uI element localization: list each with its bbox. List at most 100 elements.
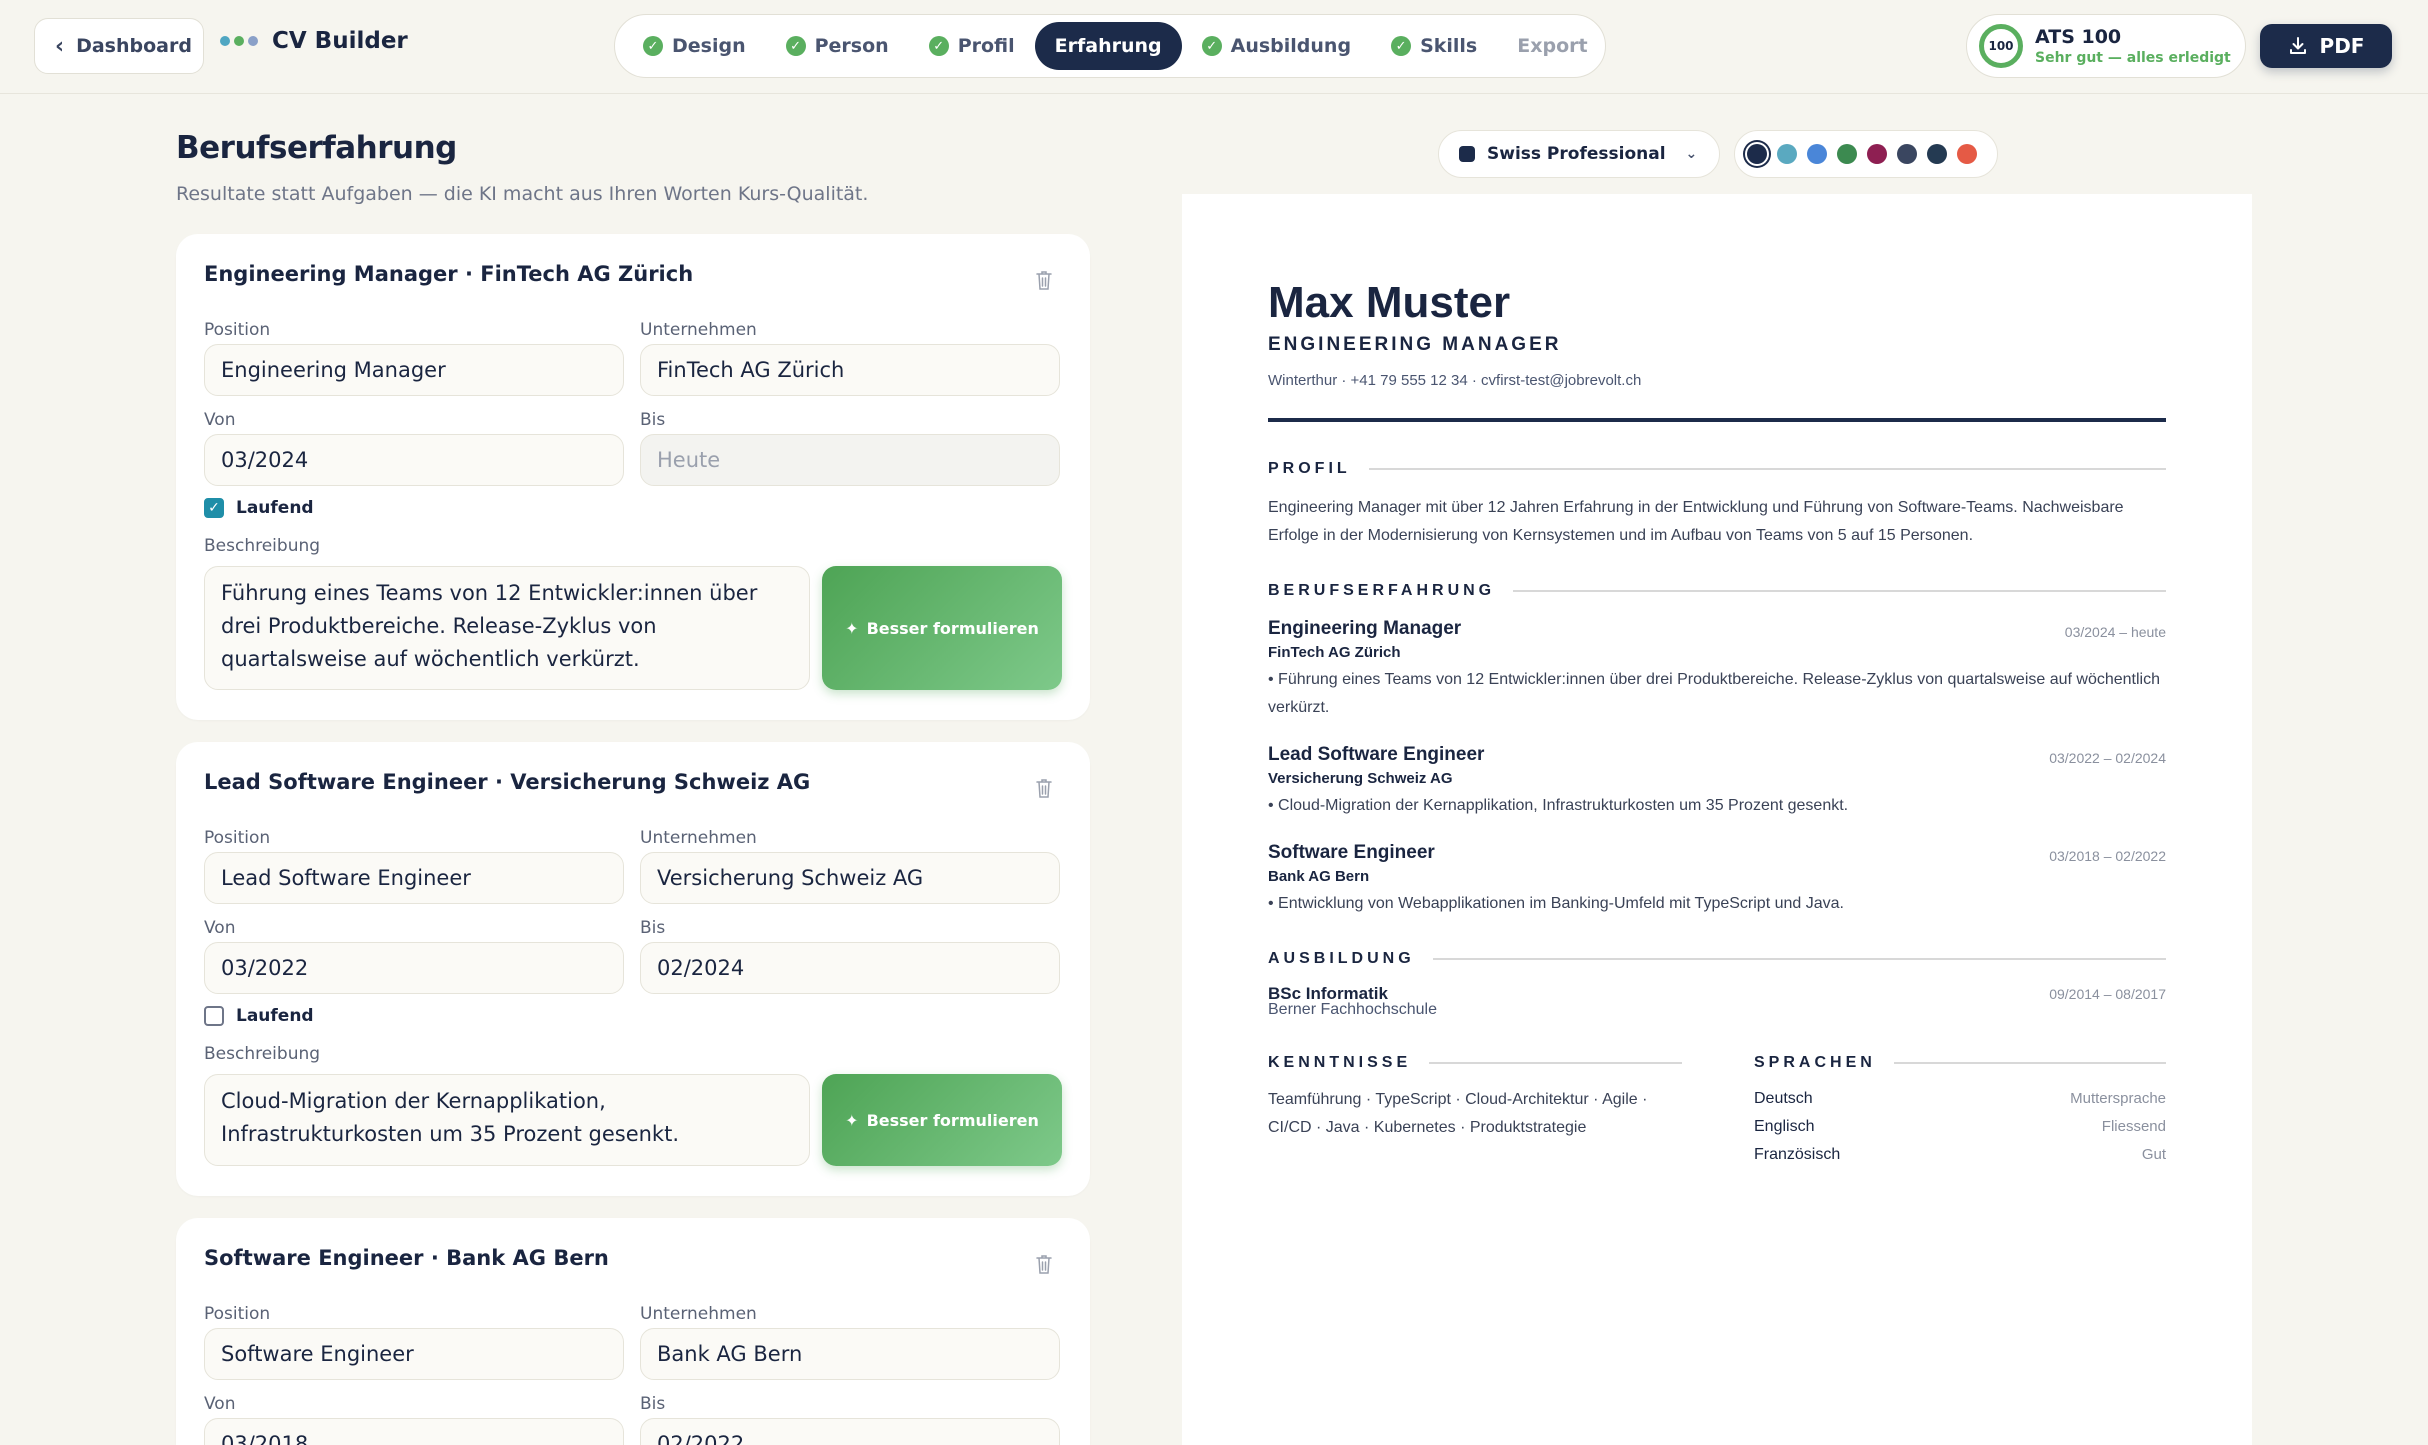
- company-input[interactable]: FinTech AG Zürich: [640, 344, 1060, 396]
- step-design[interactable]: ✓ Design: [623, 22, 766, 70]
- position-input[interactable]: Software Engineer: [204, 1328, 624, 1380]
- cv-profile-text: Engineering Manager mit über 12 Jahren E…: [1268, 499, 2124, 544]
- position-label: Position: [204, 1304, 271, 1324]
- cv-section-languages: SPRACHEN: [1754, 1054, 2166, 1072]
- cv-education-date: 09/2014 – 08/2017: [2049, 986, 2166, 1002]
- step-label: Design: [672, 35, 746, 57]
- to-label: Bis: [640, 918, 666, 938]
- trash-icon[interactable]: [1036, 778, 1052, 798]
- dashboard-back-button[interactable]: ‹ Dashboard: [34, 18, 204, 74]
- ongoing-label: Laufend: [236, 1006, 314, 1026]
- better-phrase-label: Besser formulieren: [866, 618, 1039, 638]
- sparkle-icon: ✦: [845, 1110, 859, 1130]
- description-textarea[interactable]: Cloud-Migration der Kernapplikation, Inf…: [204, 1074, 810, 1166]
- color-swatch[interactable]: [1777, 144, 1797, 164]
- company-input[interactable]: Versicherung Schweiz AG: [640, 852, 1060, 904]
- better-phrase-button[interactable]: ✦ Besser formulieren: [822, 566, 1062, 690]
- better-phrase-button[interactable]: ✦ Besser formulieren: [822, 1074, 1062, 1166]
- position-label: Position: [204, 828, 271, 848]
- to-input[interactable]: 02/2024: [640, 942, 1060, 994]
- template-select[interactable]: Swiss Professional ⌄: [1438, 130, 1720, 178]
- brand-logo-icon: [220, 36, 258, 46]
- cv-job-date: 03/2022 – 02/2024: [2049, 750, 2166, 766]
- check-icon: ✓: [1391, 36, 1412, 56]
- color-swatch[interactable]: [1897, 144, 1917, 164]
- color-palette: [1734, 130, 1998, 178]
- trash-icon[interactable]: [1036, 270, 1052, 290]
- chevron-left-icon: ‹: [55, 33, 65, 59]
- cv-preview: Max Muster ENGINEERING MANAGER Winterthu…: [1182, 194, 2252, 1445]
- step-label: Ausbildung: [1230, 35, 1352, 57]
- check-icon: ✓: [1201, 36, 1222, 56]
- template-name: Swiss Professional: [1487, 144, 1666, 164]
- cv-job-bullet: • Cloud-Migration der Kernapplikation, I…: [1268, 797, 1849, 814]
- step-label: Export: [1517, 35, 1588, 57]
- from-input[interactable]: 03/2018: [204, 1418, 624, 1445]
- section-heading: AUSBILDUNG: [1268, 950, 1415, 967]
- cv-language-row: Deutsch Muttersprache: [1754, 1090, 2166, 1108]
- step-erfahrung[interactable]: Erfahrung: [1034, 22, 1182, 70]
- cv-school: Berner Fachhochschule: [1268, 1001, 1437, 1018]
- pdf-download-button[interactable]: PDF: [2260, 24, 2392, 68]
- pdf-label: PDF: [2319, 34, 2365, 58]
- section-line: [1432, 958, 2166, 960]
- check-icon: ✓: [785, 36, 806, 56]
- color-swatch[interactable]: [1807, 144, 1827, 164]
- color-swatch[interactable]: [1747, 144, 1767, 164]
- step-export[interactable]: Export: [1497, 22, 1607, 70]
- step-label: Erfahrung: [1054, 35, 1162, 57]
- step-profil[interactable]: ✓ Profil: [909, 22, 1035, 70]
- section-line: [1893, 1062, 2166, 1064]
- ats-score-ring: 100: [1979, 24, 2023, 68]
- from-label: Von: [204, 410, 236, 430]
- step-person[interactable]: ✓ Person: [766, 22, 909, 70]
- ongoing-label: Laufend: [236, 498, 314, 518]
- position-input[interactable]: Engineering Manager: [204, 344, 624, 396]
- step-ausbildung[interactable]: ✓ Ausbildung: [1182, 22, 1371, 70]
- color-swatch[interactable]: [1927, 144, 1947, 164]
- description-textarea[interactable]: Führung eines Teams von 12 Entwickler:in…: [204, 566, 810, 690]
- language-level: Gut: [2141, 1146, 2166, 1163]
- company-label: Unternehmen: [640, 320, 757, 340]
- cv-job-title: Lead Software Engineer: [1268, 744, 1485, 765]
- section-heading: SPRACHEN: [1754, 1054, 1876, 1071]
- ats-score-badge[interactable]: 100 ATS 100 Sehr gut — alles erledigt: [1966, 14, 2246, 78]
- position-input[interactable]: Lead Software Engineer: [204, 852, 624, 904]
- cv-language-row: Französisch Gut: [1754, 1146, 2166, 1164]
- check-icon: ✓: [928, 36, 949, 56]
- company-input[interactable]: Bank AG Bern: [640, 1328, 1060, 1380]
- company-label: Unternehmen: [640, 1304, 757, 1324]
- language-name: Englisch: [1754, 1118, 1815, 1135]
- cv-name: Max Muster: [1268, 278, 1511, 327]
- step-label: Profil: [957, 35, 1015, 57]
- cv-job-company: Bank AG Bern: [1268, 868, 1370, 885]
- from-input[interactable]: 03/2024: [204, 434, 624, 486]
- step-skills[interactable]: ✓ Skills: [1371, 22, 1497, 70]
- ongoing-checkbox[interactable]: Laufend: [204, 1006, 314, 1026]
- section-line: [1513, 590, 2166, 592]
- cv-skills-text: Teamführung · TypeScript · Cloud-Archite…: [1268, 1091, 1648, 1136]
- language-level: Muttersprache: [2070, 1090, 2166, 1107]
- to-input[interactable]: 02/2022: [640, 1418, 1060, 1445]
- cv-job-date: 03/2018 – 02/2022: [2049, 848, 2166, 864]
- section-line: [1368, 468, 2166, 470]
- checkbox-unchecked-icon: [204, 1006, 224, 1026]
- section-heading: KENNTNISSE: [1268, 1054, 1412, 1071]
- cv-contact: Winterthur · +41 79 555 12 34 · cvfirst-…: [1268, 372, 1642, 389]
- color-swatch[interactable]: [1957, 144, 1977, 164]
- cv-section-experience: BERUFSERFAHRUNG: [1268, 582, 2166, 600]
- to-input[interactable]: Heute: [640, 434, 1060, 486]
- from-input[interactable]: 03/2022: [204, 942, 624, 994]
- experience-card: Software Engineer · Bank AG Bern Positio…: [176, 1218, 1090, 1445]
- trash-icon[interactable]: [1036, 1254, 1052, 1274]
- brand-dot: [248, 36, 258, 46]
- to-label: Bis: [640, 410, 666, 430]
- color-swatch[interactable]: [1837, 144, 1857, 164]
- ongoing-checkbox[interactable]: ✓ Laufend: [204, 498, 314, 518]
- language-name: Deutsch: [1754, 1090, 1813, 1107]
- section-line: [1429, 1062, 1682, 1064]
- chevron-down-icon: ⌄: [1685, 146, 1698, 162]
- language-name: Französisch: [1754, 1146, 1841, 1163]
- check-icon: ✓: [643, 36, 663, 56]
- color-swatch[interactable]: [1867, 144, 1887, 164]
